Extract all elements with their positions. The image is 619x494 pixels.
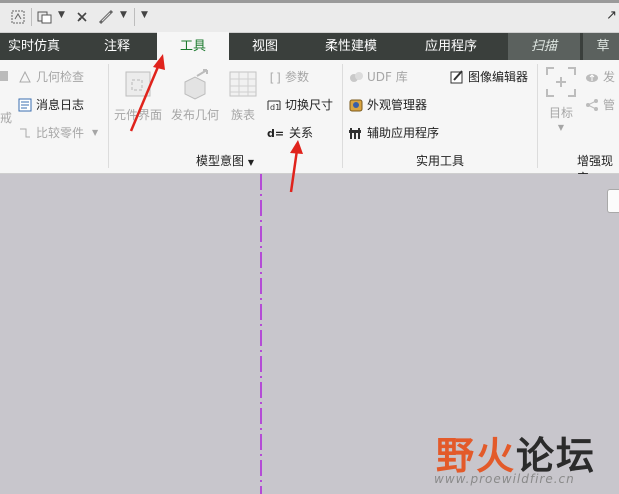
message-log-button[interactable]: 消息日志 (18, 96, 84, 113)
publish-geometry-icon (179, 68, 211, 100)
publish-geometry-label: 发布几何 (170, 108, 219, 122)
window-top-border (0, 0, 619, 3)
quick-access-toolbar: ▼ ▼ ▼ ↗ (0, 0, 619, 33)
customize-dropdown-icon[interactable]: ▼ (141, 10, 148, 20)
switch-dimensions-button[interactable]: d1 切换尺寸 (267, 96, 333, 113)
cloud-upload-icon (585, 70, 599, 84)
udf-library-button[interactable]: UDF 库 (349, 68, 408, 85)
chevron-down-icon[interactable]: ▼ (248, 158, 254, 167)
chevron-down-icon[interactable]: ▼ (120, 10, 127, 20)
tab-flexible-modeling[interactable]: 柔性建模 (308, 33, 394, 60)
tab-applications[interactable]: 应用程序 (402, 33, 500, 60)
image-editor-icon (450, 69, 464, 84)
tab-simulation[interactable]: 实时仿真 (0, 33, 68, 60)
appearance-manager-icon (349, 98, 363, 112)
svg-text:d1: d1 (270, 103, 280, 112)
publish-ar-label: 发 (603, 70, 616, 84)
ribbon-tab-bar: 实时仿真 注释 工具 视图 柔性建模 应用程序 扫描 草 (0, 32, 619, 61)
tab-view[interactable]: 视图 (232, 33, 298, 60)
target-button[interactable]: 目标 ▼ (541, 66, 581, 132)
ribbon-panel: 戒 几何检查 消息日志 比较零件 ▼ 元件界面 发布几何 族表 [参数 d1 … (0, 60, 619, 185)
copy-window-icon[interactable] (37, 9, 53, 25)
toolbar-separator (31, 8, 32, 26)
auxiliary-apps-button[interactable]: 辅助应用程序 (349, 124, 439, 141)
chevron-down-icon[interactable]: ▼ (541, 123, 581, 132)
publish-ar-button[interactable]: 发 (585, 68, 615, 85)
component-interface-label: 元件界面 (113, 108, 162, 122)
geometry-check-button[interactable]: 几何检查 (18, 68, 84, 85)
app-window: { "tabs": [ {"label": "实时仿真"}, {"label":… (0, 0, 619, 494)
message-log-icon (18, 98, 32, 112)
message-log-label: 消息日志 (36, 98, 85, 112)
chevron-down-icon[interactable]: ▼ (92, 128, 98, 137)
component-interface-icon (122, 68, 154, 100)
compare-parts-button[interactable]: 比较零件 ▼ (18, 124, 98, 141)
image-editor-label: 图像编辑器 (468, 70, 529, 84)
relations-icon: d= (267, 126, 285, 140)
group-separator (108, 64, 109, 168)
manage-ar-label: 管 (603, 98, 616, 112)
family-table-button[interactable]: 族表 (223, 68, 263, 123)
group-separator (537, 64, 538, 168)
component-interface-button[interactable]: 元件界面 (112, 68, 164, 123)
appearance-manager-label: 外观管理器 (367, 98, 428, 112)
model-intent-group-label[interactable]: 模型意图 ▼ (196, 152, 254, 169)
measure-icon[interactable] (98, 9, 114, 25)
auxiliary-apps-icon (349, 126, 363, 140)
view-control-toggle[interactable] (607, 189, 619, 213)
geometry-check-icon (18, 70, 32, 84)
auxiliary-apps-label: 辅助应用程序 (367, 126, 440, 140)
svg-text:d=: d= (267, 127, 284, 140)
investigate-partial-icon (0, 69, 14, 83)
compare-parts-icon (18, 126, 32, 140)
regenerate-icon[interactable] (10, 9, 26, 25)
relations-button[interactable]: d= 关系 (267, 124, 313, 141)
image-editor-button[interactable]: 图像编辑器 (450, 68, 528, 85)
group-separator (342, 64, 343, 168)
appearance-manager-button[interactable]: 外观管理器 (349, 96, 427, 113)
family-table-label: 族表 (230, 108, 255, 122)
switch-dimensions-label: 切换尺寸 (285, 98, 334, 112)
geometry-check-label: 几何检查 (36, 70, 85, 84)
tab-scan[interactable]: 扫描 (508, 33, 580, 60)
window-title-partial: ↗ (606, 8, 617, 23)
tab-annotate[interactable]: 注释 (82, 33, 152, 60)
publish-geometry-button[interactable]: 发布几何 (169, 68, 221, 123)
target-label: 目标 (548, 106, 573, 120)
tab-sketch[interactable]: 草 (583, 33, 619, 60)
udf-library-label: UDF 库 (367, 70, 408, 84)
watermark-url: www.proewildfire.cn (434, 472, 575, 486)
manage-ar-button[interactable]: 管 (585, 96, 615, 113)
chevron-down-icon[interactable]: ▼ (58, 10, 65, 20)
tab-tools[interactable]: 工具 (157, 32, 229, 61)
parameters-label: 参数 (285, 70, 310, 84)
target-icon (545, 66, 577, 98)
switch-dimensions-icon: d1 (267, 98, 281, 112)
family-table-icon (227, 68, 259, 100)
relations-label: 关系 (289, 126, 314, 140)
share-icon (585, 98, 599, 112)
udf-library-icon (349, 70, 363, 84)
compare-parts-label: 比较零件 (36, 126, 85, 140)
investigate-partial-label: 戒 (0, 111, 13, 125)
svg-text:[]: [] (268, 71, 281, 84)
parameters-icon: [] (267, 70, 282, 85)
parameters-button[interactable]: [] 参数 (267, 68, 309, 85)
utilities-group-label: 实用工具 (416, 154, 465, 168)
toolbar-separator (134, 8, 135, 26)
close-window-icon[interactable] (74, 9, 90, 25)
